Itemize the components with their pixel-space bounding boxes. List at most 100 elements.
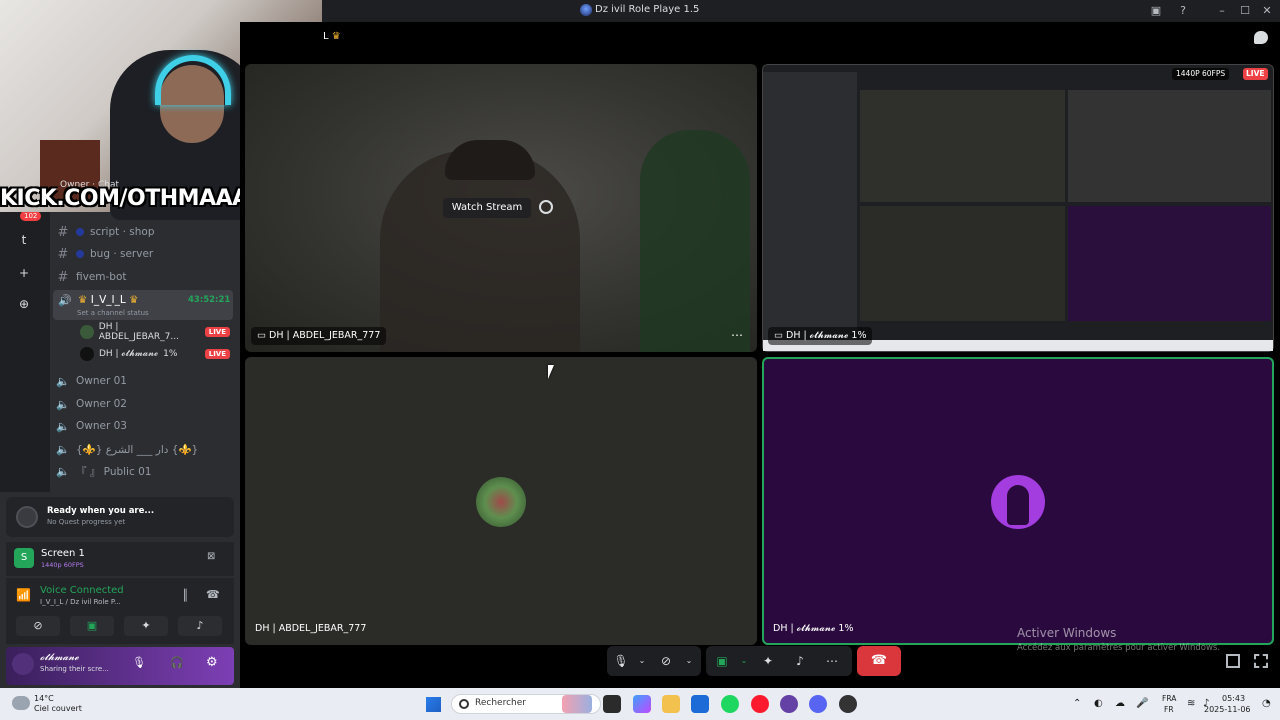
avatar-figure (1007, 485, 1029, 525)
avatar (80, 347, 94, 361)
speaker-icon: 🔈 (56, 419, 70, 433)
quest-icon (16, 506, 38, 528)
task-view-icon[interactable] (603, 695, 621, 713)
activities-button[interactable]: ✦ (124, 616, 168, 636)
share-screen-button[interactable]: ▣ (70, 616, 114, 636)
tray-app-icon[interactable]: ◐ (1094, 698, 1103, 709)
tile-label: DH | ABDEL_JEBAR_777 (269, 330, 381, 341)
copilot-icon[interactable] (633, 695, 651, 713)
fullscreen-icon[interactable] (1254, 654, 1268, 668)
add-server-icon[interactable]: + (12, 261, 36, 285)
screen-icon: S (14, 548, 34, 568)
speaker-icon: 🔊 (58, 294, 72, 307)
tile-label: DH | 𝓸𝓽𝓱𝓶𝓪𝓷𝓮 (773, 623, 836, 634)
disconnect-icon[interactable]: ☎ (206, 588, 220, 601)
camera-off-button[interactable]: ⊘ (16, 616, 60, 636)
hash-icon: # (57, 246, 69, 262)
crown-icon: ♛ (125, 294, 139, 306)
popout-icon[interactable] (1226, 654, 1240, 668)
discover-icon[interactable]: ⊕ (12, 292, 36, 316)
soundboard-icon[interactable]: ♪ (791, 652, 809, 670)
chevron-down-icon[interactable]: ⌄ (633, 652, 651, 670)
chat-icon[interactable] (1254, 31, 1268, 44)
speaker-icon: 🔈 (56, 397, 70, 411)
watch-stream-button[interactable]: Watch Stream (443, 198, 531, 218)
soundboard-button[interactable]: ♪ (178, 616, 222, 636)
chevron-down-icon[interactable]: ⌄ (735, 652, 753, 670)
voice-connected-subtitle[interactable]: I_V_I_L / Dz ivil Role P... (40, 598, 121, 606)
mic-icon[interactable]: 🎙 (132, 656, 146, 669)
crown-icon: ♛ (78, 294, 91, 306)
avatar (476, 477, 526, 527)
notification-icon[interactable]: ◔ (1262, 698, 1271, 709)
channel-label: bug · server (90, 248, 154, 260)
gear-icon[interactable]: ⚙ (206, 655, 218, 670)
mouse-cursor-icon (548, 365, 554, 379)
tile-label: DH | ABDEL_JEBAR_777 (255, 623, 367, 634)
live-badge: LIVE (204, 349, 230, 359)
chevron-down-icon[interactable]: ⌄ (680, 652, 698, 670)
file-explorer-icon[interactable] (662, 695, 680, 713)
app-icon[interactable] (839, 695, 857, 713)
clock-date[interactable]: 2025-11-06 (1204, 705, 1251, 714)
store-icon[interactable] (691, 695, 709, 713)
voice-channel-owner-02[interactable]: 🔈 Owner 02 (56, 394, 232, 414)
maximize-button[interactable]: ☐ (1237, 3, 1253, 19)
bullet-icon (76, 228, 84, 236)
minimize-button[interactable]: – (1214, 3, 1230, 19)
more-options-icon[interactable]: ⋯ (731, 328, 743, 342)
voice-channel-label: 『 』 Public 01 (76, 465, 152, 478)
voice-channel-public-01[interactable]: 🔈 『 』 Public 01 (56, 461, 232, 481)
activities-icon[interactable]: ✦ (759, 652, 777, 670)
signal-icon[interactable]: 📶 (16, 588, 31, 602)
weather-desc[interactable]: Ciel couvert (34, 704, 82, 713)
search-icon (459, 699, 469, 709)
mic-tray-icon[interactable]: 🎤 (1136, 698, 1148, 709)
discord-icon[interactable] (809, 695, 827, 713)
voice-member[interactable]: DH | 𝓸𝓽𝓱𝓶𝓪𝓷𝓮 1% LIVE (80, 345, 230, 363)
voice-member[interactable]: DH | ABDEL_JEBAR_7... LIVE (80, 322, 230, 342)
chevron-up-icon[interactable]: ⌃ (1073, 698, 1081, 709)
tile-pct: 1% (851, 330, 867, 341)
windows-start-icon[interactable] (426, 697, 441, 712)
close-button[interactable]: ✕ (1259, 3, 1275, 19)
wifi-icon[interactable]: ≋ (1187, 698, 1195, 709)
headphones-icon[interactable]: 🎧 (170, 656, 184, 669)
weather-temp[interactable]: 14°C (34, 694, 54, 703)
watch-icon[interactable] (539, 200, 553, 214)
input-language[interactable]: FRA (1162, 694, 1176, 703)
stop-stream-icon[interactable]: ⊠ (207, 551, 219, 563)
voice-channel-owner-03[interactable]: 🔈 Owner 03 (56, 416, 232, 436)
avatar[interactable] (12, 653, 34, 675)
channel-label: script · shop (90, 226, 155, 238)
help-icon[interactable]: ? (1175, 3, 1191, 19)
camera-off-icon[interactable]: ⊘ (657, 652, 675, 670)
opera-icon[interactable] (751, 695, 769, 713)
live-badge: LIVE (1243, 68, 1268, 80)
voice-connected-title: Voice Connected (40, 585, 124, 596)
spotify-icon[interactable] (721, 695, 739, 713)
channel-fivem-bot[interactable]: # fivem-bot (56, 267, 232, 287)
avatar (80, 325, 94, 339)
hangup-button[interactable]: ☎ (857, 646, 901, 676)
voice-channel-dar[interactable]: 🔈 {⚜️} دار ___ الشرع {⚜️} (56, 439, 232, 459)
cloud-tray-icon[interactable]: ☁ (1115, 698, 1125, 709)
server-t-icon[interactable]: t (12, 228, 36, 252)
cloud-icon[interactable] (12, 696, 30, 710)
channel-script-shop[interactable]: # script · shop (56, 222, 232, 242)
voice-timer: 43:52:21 (188, 295, 231, 305)
voice-channel-owner-01[interactable]: 🔈 Owner 01 (56, 371, 232, 391)
noise-suppression-icon[interactable]: ║ (182, 589, 189, 602)
channel-bug-server[interactable]: # bug · server (56, 244, 232, 264)
resolution-badge: 1440P 60FPS (1172, 68, 1230, 80)
input-layout[interactable]: FR (1164, 705, 1174, 714)
screen-share-icon[interactable]: ▣ (1148, 3, 1164, 19)
clock-time[interactable]: 05:43 (1222, 694, 1245, 703)
channel-label: fivem-bot (76, 271, 127, 283)
quest-panel[interactable] (6, 497, 234, 537)
more-icon[interactable]: ⋯ (823, 652, 841, 670)
share-screen-icon[interactable]: ▣ (713, 652, 731, 670)
app-icon[interactable] (780, 695, 798, 713)
channel-status-input[interactable]: Set a channel status (77, 309, 149, 317)
mic-icon[interactable]: 🎙 (612, 652, 630, 670)
